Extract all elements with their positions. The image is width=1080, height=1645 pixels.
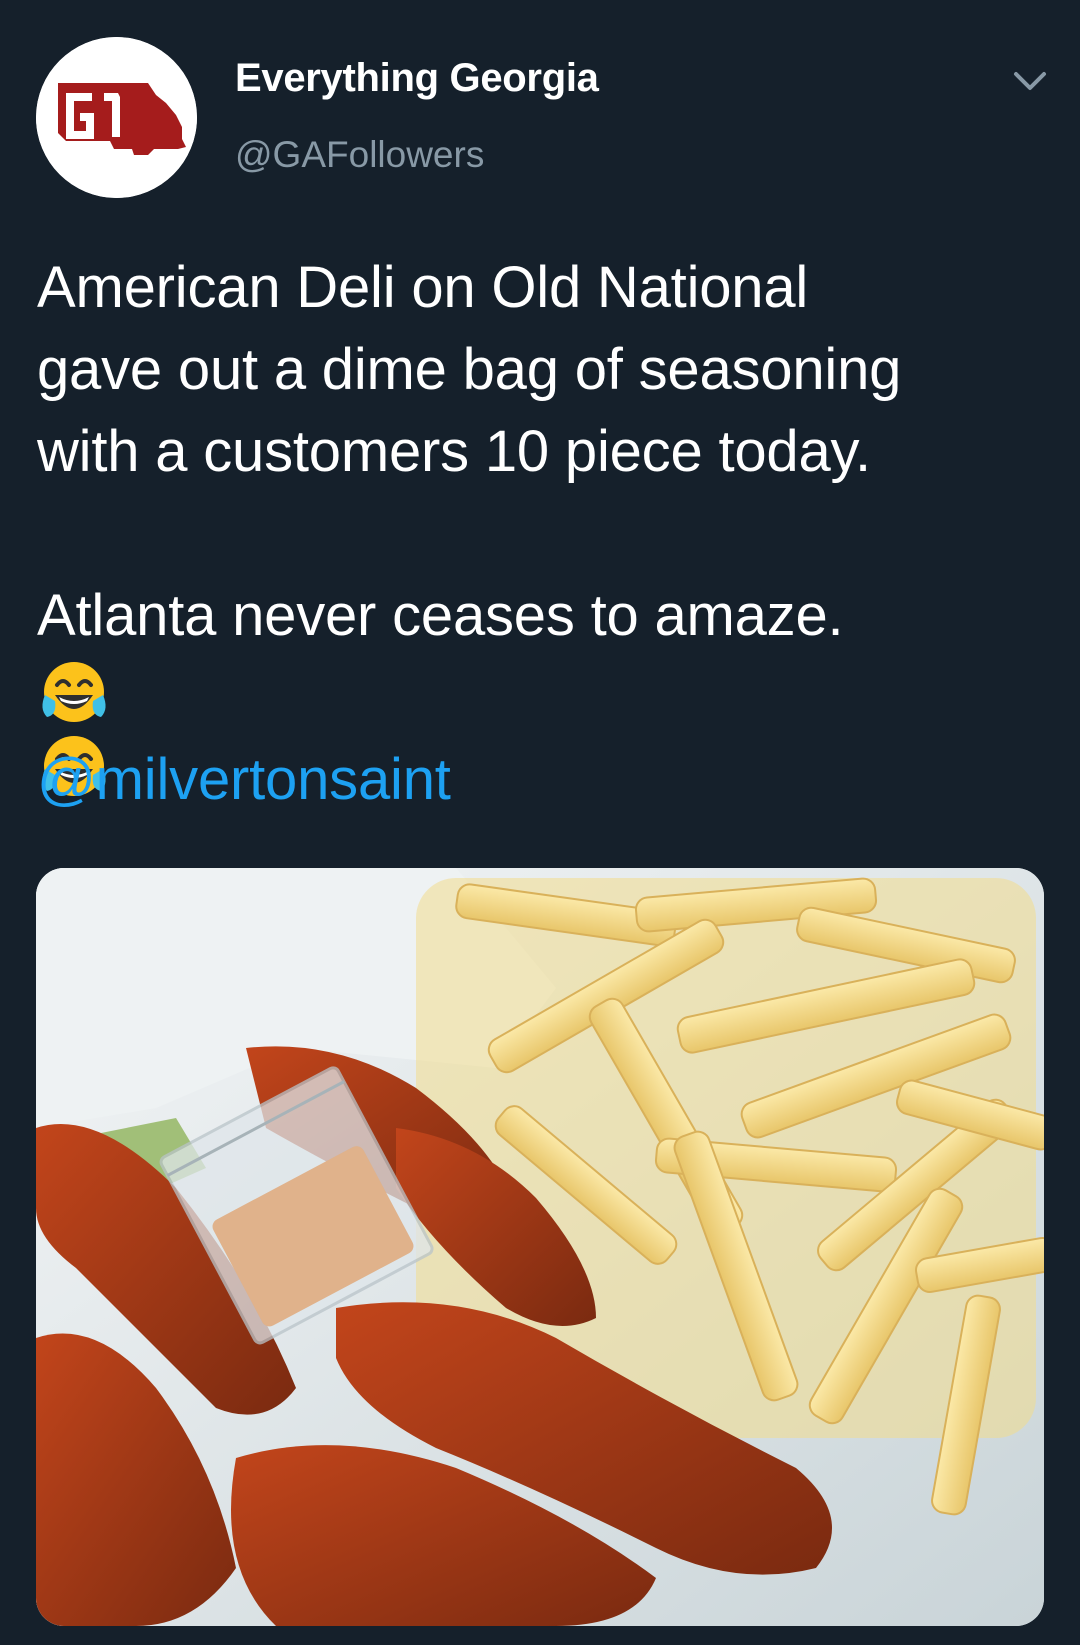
face-with-tears-of-joy-icon [42,662,106,722]
account-handle[interactable]: @GAFollowers [235,134,484,176]
tweet-text-line: American Deli on Old National [37,255,809,320]
more-options-button[interactable] [1006,64,1054,100]
emoji-row [37,657,1047,796]
tweet-photo[interactable] [36,868,1044,1626]
food-photo [36,868,1044,1626]
chevron-down-icon [1014,72,1046,90]
mention-link[interactable]: @milvertonsaint [37,739,1047,821]
display-name[interactable]: Everything Georgia [235,56,599,101]
tweet: Everything Georgia @GAFollowers American… [0,0,1080,1645]
georgia-state-logo-icon [36,37,197,198]
tweet-text-line: with a customers 10 piece today. [37,419,871,484]
tweet-text: American Deli on Old National gave out a… [37,247,1047,821]
tweet-text-line: gave out a dime bag of seasoning [37,337,902,402]
tweet-text-line: Atlanta never ceases to amaze. [37,583,844,648]
avatar[interactable] [36,37,197,198]
